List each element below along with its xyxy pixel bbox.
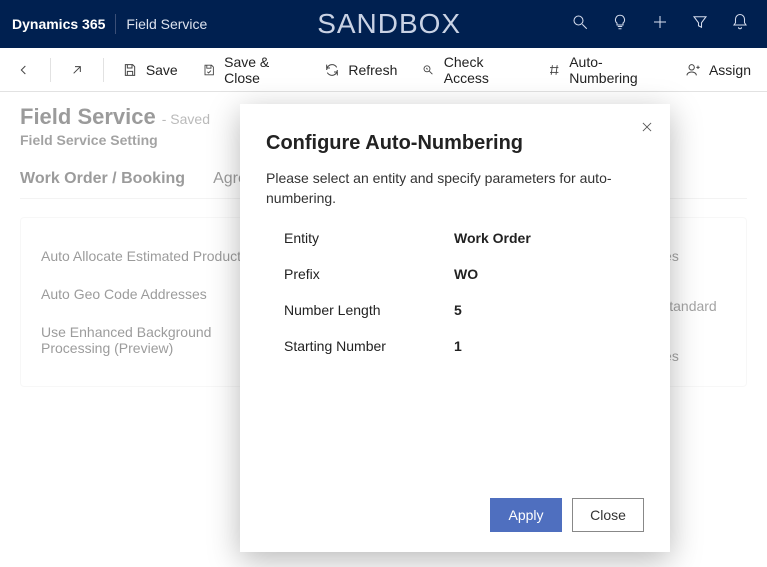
auto-numbering-button[interactable]: Auto-Numbering xyxy=(537,48,671,92)
dialog-title: Configure Auto-Numbering xyxy=(266,132,644,155)
field-prefix: Prefix WO xyxy=(266,256,644,292)
check-access-button[interactable]: Check Access xyxy=(411,48,532,92)
auto-numbering-dialog: Configure Auto-Numbering Please select a… xyxy=(240,104,670,552)
lightbulb-icon[interactable] xyxy=(611,13,629,36)
field-label: Starting Number xyxy=(284,338,454,354)
field-value[interactable]: WO xyxy=(454,266,478,282)
save-label: Save xyxy=(146,62,178,78)
app-header: Dynamics 365 Field Service SANDBOX xyxy=(0,0,767,48)
module-name[interactable]: Field Service xyxy=(126,16,207,32)
refresh-label: Refresh xyxy=(348,62,397,78)
field-label: Prefix xyxy=(284,266,454,282)
bell-icon[interactable] xyxy=(731,13,749,36)
separator xyxy=(50,58,51,82)
save-button[interactable]: Save xyxy=(112,56,188,84)
apply-button[interactable]: Apply xyxy=(490,498,562,532)
save-close-label: Save & Close xyxy=(224,54,300,86)
open-in-new-button[interactable] xyxy=(59,56,95,84)
save-close-button[interactable]: Save & Close xyxy=(192,48,311,92)
field-value[interactable]: 5 xyxy=(454,302,462,318)
plus-icon[interactable] xyxy=(651,13,669,36)
close-label: Close xyxy=(590,507,626,523)
vertical-divider xyxy=(115,14,116,34)
field-number-length: Number Length 5 xyxy=(266,292,644,328)
field-starting-number: Starting Number 1 xyxy=(266,328,644,364)
filter-icon[interactable] xyxy=(691,13,709,36)
field-entity: Entity Work Order xyxy=(266,220,644,256)
auto-numbering-label: Auto-Numbering xyxy=(569,54,661,86)
product-name[interactable]: Dynamics 365 xyxy=(12,16,105,32)
field-value[interactable]: Work Order xyxy=(454,230,531,246)
close-icon[interactable] xyxy=(640,120,654,139)
check-access-label: Check Access xyxy=(444,54,523,86)
apply-label: Apply xyxy=(508,507,543,523)
dialog-footer: Apply Close xyxy=(266,498,644,532)
search-icon[interactable] xyxy=(571,13,589,36)
dialog-instruction: Please select an entity and specify para… xyxy=(266,169,644,208)
environment-label: SANDBOX xyxy=(207,8,571,40)
field-value[interactable]: 1 xyxy=(454,338,462,354)
header-icons xyxy=(571,13,755,36)
field-label: Entity xyxy=(284,230,454,246)
close-button[interactable]: Close xyxy=(572,498,644,532)
assign-button[interactable]: Assign xyxy=(675,56,761,84)
separator xyxy=(103,58,104,82)
command-bar: Save Save & Close Refresh Check Access A… xyxy=(0,48,767,92)
field-label: Number Length xyxy=(284,302,454,318)
refresh-button[interactable]: Refresh xyxy=(314,56,407,84)
back-button[interactable] xyxy=(6,56,42,84)
assign-label: Assign xyxy=(709,62,751,78)
